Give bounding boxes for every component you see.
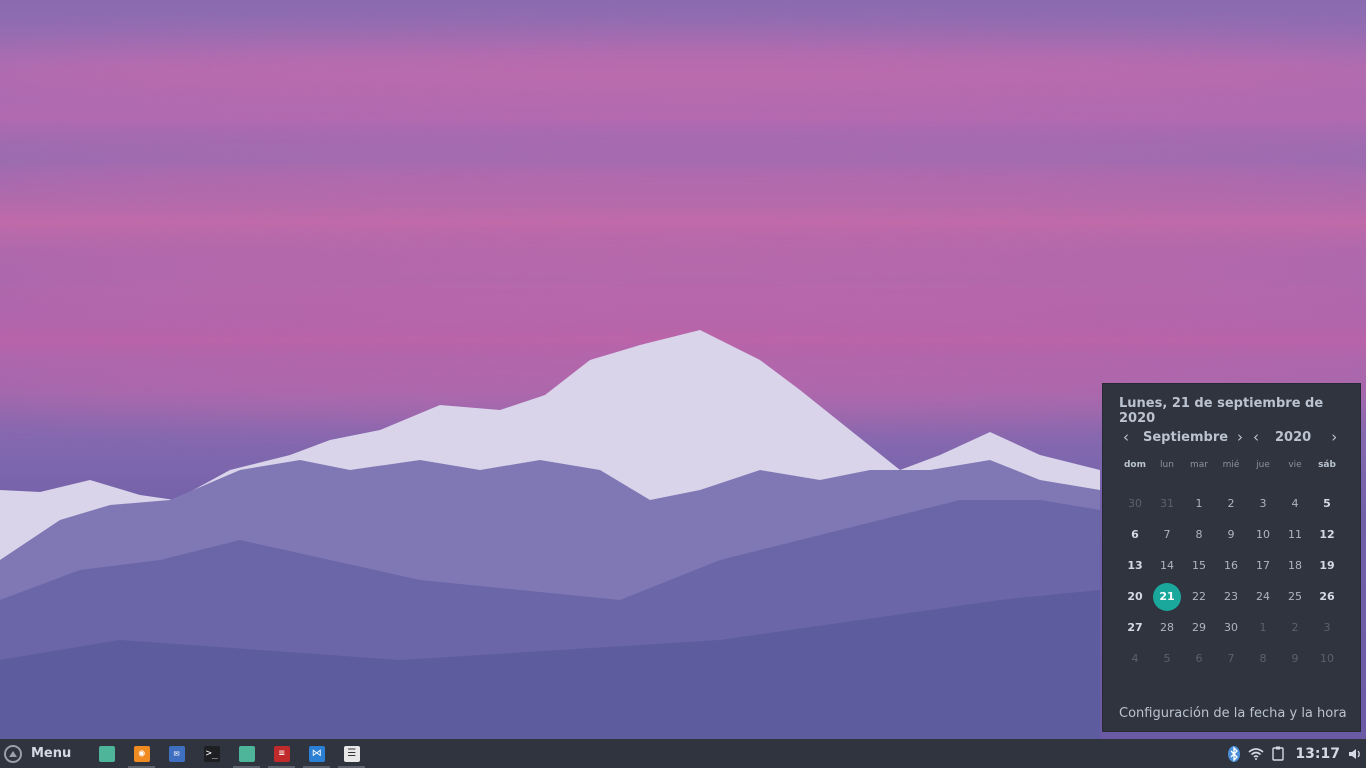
taskbar-app-files[interactable]	[89, 739, 124, 768]
taskbar: Menu ◉ ✉ >_ ≡ ⋈ ☰ 13:17	[0, 739, 1366, 768]
calendar-day[interactable]: 26	[1313, 583, 1341, 611]
calendar-day[interactable]: 24	[1249, 583, 1277, 611]
calendar-day[interactable]: 4	[1281, 490, 1309, 518]
clipboard-icon[interactable]	[1267, 739, 1289, 768]
next-year-button[interactable]: ›	[1327, 428, 1341, 446]
wifi-icon[interactable]	[1245, 739, 1267, 768]
firefox-icon: ◉	[133, 745, 150, 762]
calendar-day[interactable]: 14	[1153, 552, 1181, 580]
weekday-label: lun	[1160, 460, 1174, 470]
calendar-day[interactable]: 9	[1217, 521, 1245, 549]
clock[interactable]: 13:17	[1295, 746, 1340, 762]
files-icon	[98, 745, 115, 762]
volume-icon[interactable]	[1344, 739, 1366, 768]
vscode-icon: ⋈	[308, 745, 325, 762]
app-red-icon: ≡	[273, 745, 290, 762]
calendar-day[interactable]: 3	[1313, 614, 1341, 642]
prev-year-button[interactable]: ‹	[1249, 428, 1263, 446]
folder-icon	[238, 745, 255, 762]
menu-logo-icon	[4, 744, 22, 763]
bluetooth-icon[interactable]	[1223, 739, 1245, 768]
calendar-day[interactable]: 31	[1153, 490, 1181, 518]
menu-label: Menu	[31, 746, 72, 761]
taskbar-app-folder[interactable]	[229, 739, 264, 768]
calendar-day[interactable]: 18	[1281, 552, 1309, 580]
calendar-day[interactable]: 12	[1313, 521, 1341, 549]
calendar-day[interactable]: 8	[1185, 521, 1213, 549]
calendar-day[interactable]: 5	[1313, 490, 1341, 518]
calendar-day[interactable]: 8	[1249, 645, 1277, 673]
calendar-day[interactable]: 1	[1185, 490, 1213, 518]
date-time-settings-link[interactable]: Configuración de la fecha y la hora	[1119, 706, 1347, 721]
calendar-day[interactable]: 11	[1281, 521, 1309, 549]
calendar-day[interactable]: 28	[1153, 614, 1181, 642]
weekday-label: vie	[1288, 460, 1302, 470]
calendar-day[interactable]: 2	[1281, 614, 1309, 642]
calendar-popup: Lunes, 21 de septiembre de 2020 ‹ Septie…	[1102, 383, 1361, 732]
calendar-day[interactable]: 16	[1217, 552, 1245, 580]
taskbar-app-settings[interactable]: ☰	[334, 739, 369, 768]
calendar-day[interactable]: 20	[1121, 583, 1149, 611]
calendar-day-today[interactable]: 21	[1153, 583, 1181, 611]
taskbar-app-app-red[interactable]: ≡	[264, 739, 299, 768]
calendar-day[interactable]: 10	[1313, 645, 1341, 673]
weekday-label: dom	[1123, 460, 1146, 470]
calendar-day[interactable]: 6	[1121, 521, 1149, 549]
calendar-day[interactable]: 4	[1121, 645, 1149, 673]
menu-button[interactable]: Menu	[0, 739, 77, 768]
calendar-day[interactable]: 5	[1153, 645, 1181, 673]
taskbar-app-vscode[interactable]: ⋈	[299, 739, 334, 768]
calendar-day[interactable]: 19	[1313, 552, 1341, 580]
calendar-day[interactable]: 13	[1121, 552, 1149, 580]
month-label: Septiembre	[1143, 429, 1229, 445]
settings-icon: ☰	[343, 745, 360, 762]
calendar-day[interactable]: 30	[1217, 614, 1245, 642]
terminal-icon: >_	[203, 745, 220, 762]
taskbar-app-firefox[interactable]: ◉	[124, 739, 159, 768]
calendar-day[interactable]: 2	[1217, 490, 1245, 518]
next-month-button[interactable]: ›	[1233, 428, 1247, 446]
calendar-day[interactable]: 22	[1185, 583, 1213, 611]
calendar-day[interactable]: 15	[1185, 552, 1213, 580]
calendar-day[interactable]: 25	[1281, 583, 1309, 611]
calendar-day[interactable]: 9	[1281, 645, 1309, 673]
calendar-day[interactable]: 29	[1185, 614, 1213, 642]
weekday-label: jue	[1256, 460, 1270, 470]
calendar-day[interactable]: 7	[1217, 645, 1245, 673]
weekday-label: mié	[1222, 460, 1240, 470]
taskbar-apps: ◉ ✉ >_ ≡ ⋈ ☰	[89, 739, 369, 768]
calendar-day[interactable]: 10	[1249, 521, 1277, 549]
calendar-day[interactable]: 30	[1121, 490, 1149, 518]
calendar-day[interactable]: 7	[1153, 521, 1181, 549]
year-label: 2020	[1275, 429, 1312, 445]
system-tray: 13:17	[1223, 739, 1366, 768]
calendar-day[interactable]: 17	[1249, 552, 1277, 580]
full-date-label: Lunes, 21 de septiembre de 2020	[1119, 396, 1324, 426]
taskbar-app-mail[interactable]: ✉	[159, 739, 194, 768]
calendar-day[interactable]: 3	[1249, 490, 1277, 518]
weekday-label: mar	[1190, 460, 1208, 470]
prev-month-button[interactable]: ‹	[1119, 428, 1133, 446]
mail-icon: ✉	[168, 745, 185, 762]
calendar-day[interactable]: 27	[1121, 614, 1149, 642]
calendar-day[interactable]: 1	[1249, 614, 1277, 642]
calendar-day[interactable]: 23	[1217, 583, 1245, 611]
taskbar-app-terminal[interactable]: >_	[194, 739, 229, 768]
weekday-label: sáb	[1318, 460, 1336, 470]
calendar-day[interactable]: 6	[1185, 645, 1213, 673]
